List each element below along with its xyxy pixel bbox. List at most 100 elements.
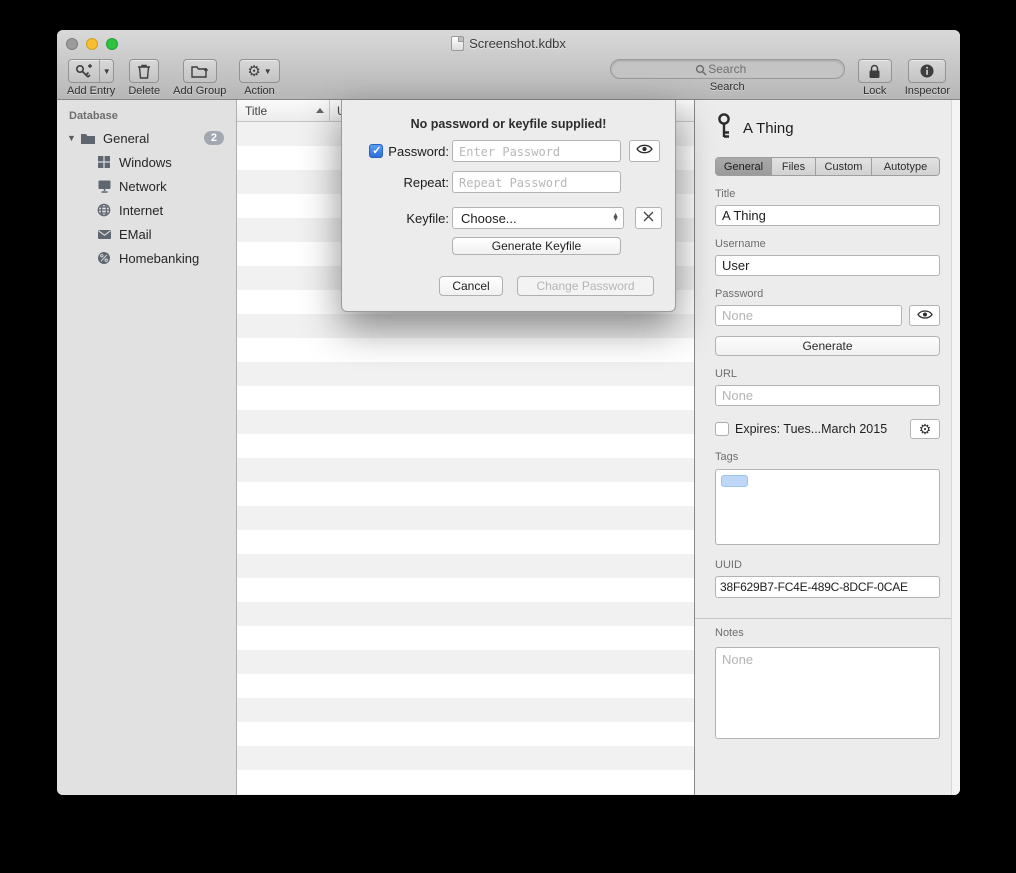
keyfile-popup[interactable]: Choose... ▲▼ [452, 207, 624, 229]
username-field[interactable] [715, 255, 940, 276]
lock-label: Lock [863, 85, 886, 97]
password-input[interactable] [452, 140, 621, 162]
sidebar-item-label: Windows [119, 155, 236, 170]
gear-icon: ⚙ [247, 64, 260, 79]
expires-settings-button[interactable]: ⚙ [910, 419, 940, 439]
change-password-sheet: No password or keyfile supplied! Passwor… [341, 100, 676, 312]
add-entry-group: ▼ Add Entry [67, 59, 115, 97]
sidebar-item-internet[interactable]: Internet [57, 198, 236, 222]
password-field-label: Password [715, 288, 940, 300]
inspector-panel: A Thing General Files Custom Autotype Ti… [695, 100, 960, 795]
add-group-button[interactable] [183, 59, 217, 83]
sidebar-item-general[interactable]: ▼ General 2 [57, 126, 236, 150]
delete-button[interactable] [129, 59, 159, 83]
sidebar-item-label: Internet [119, 203, 236, 218]
sidebar-item-email[interactable]: EMail [57, 222, 236, 246]
inspector-button[interactable] [908, 59, 946, 83]
sidebar-item-windows[interactable]: Windows [57, 150, 236, 174]
close-icon [643, 209, 654, 227]
windows-icon [95, 154, 113, 170]
expires-checkbox[interactable] [715, 422, 729, 436]
sidebar: Database ▼ General 2 Windows [57, 100, 237, 795]
generate-password-button[interactable]: Generate [715, 336, 940, 356]
title-field-label: Title [715, 188, 940, 200]
expires-label: Expires: Tues...March 2015 [735, 422, 904, 436]
folder-icon [79, 130, 97, 146]
app-window: Screenshot.kdbx ▼ Add Entry [57, 30, 960, 795]
lock-button[interactable] [858, 59, 892, 83]
trash-icon [137, 63, 151, 79]
password-checkbox[interactable] [369, 144, 383, 158]
document-icon [451, 36, 464, 51]
notes-field[interactable]: None [715, 647, 940, 739]
key-plus-icon [69, 60, 99, 82]
tab-general[interactable]: General [716, 158, 772, 175]
inspector-scrollbar[interactable] [951, 100, 960, 795]
coin-icon [95, 250, 113, 266]
column-header-title[interactable]: Title [237, 100, 330, 121]
search-label: Search [710, 81, 745, 93]
add-entry-button[interactable]: ▼ [68, 59, 114, 83]
chevron-down-icon: ▼ [264, 67, 272, 76]
eye-icon [636, 142, 653, 160]
url-field-label: URL [715, 368, 940, 380]
chevron-down-icon[interactable]: ▼ [99, 60, 113, 82]
sidebar-item-label: Network [119, 179, 236, 194]
sheet-message: No password or keyfile supplied! [342, 117, 675, 131]
tags-label: Tags [715, 451, 940, 463]
mail-icon [95, 226, 113, 242]
add-entry-label: Add Entry [67, 85, 115, 97]
password-field[interactable] [715, 305, 902, 326]
folder-plus-icon [191, 64, 209, 79]
network-icon [95, 178, 113, 194]
tab-files[interactable]: Files [772, 158, 816, 175]
globe-icon [95, 202, 113, 218]
divider [695, 618, 960, 619]
add-group-group: Add Group [173, 59, 226, 97]
tags-field[interactable] [715, 469, 940, 545]
repeat-label: Repeat: [403, 175, 449, 190]
inspector-header: A Thing [715, 114, 940, 142]
clear-keyfile-button[interactable] [635, 207, 662, 229]
repeat-password-input[interactable] [452, 171, 621, 193]
delete-group: Delete [128, 59, 160, 97]
inspector-tabs: General Files Custom Autotype [715, 157, 940, 176]
title-field[interactable] [715, 205, 940, 226]
delete-label: Delete [128, 85, 160, 97]
titlebar: Screenshot.kdbx [57, 30, 960, 57]
sheet-actions: Cancel Change Password [342, 276, 654, 296]
tab-custom[interactable]: Custom [816, 158, 872, 175]
notes-label: Notes [715, 627, 940, 639]
disclosure-triangle-icon[interactable]: ▼ [67, 133, 79, 143]
sidebar-item-homebanking[interactable]: Homebanking [57, 246, 236, 270]
password-row: Password: [362, 140, 655, 162]
cancel-button[interactable]: Cancel [439, 276, 503, 296]
tag-chip[interactable] [721, 475, 748, 487]
change-password-button: Change Password [517, 276, 654, 296]
uuid-field[interactable] [715, 576, 940, 598]
reveal-password-button[interactable] [909, 305, 940, 326]
inspector-label: Inspector [905, 85, 950, 97]
action-button[interactable]: ⚙ ▼ [239, 59, 279, 83]
lock-group: Lock [858, 59, 892, 97]
expires-row: Expires: Tues...March 2015 ⚙ [715, 419, 940, 439]
sidebar-item-label: EMail [119, 227, 236, 242]
info-icon [919, 63, 935, 79]
lock-icon [868, 64, 881, 79]
tab-autotype[interactable]: Autotype [872, 158, 939, 175]
key-icon [715, 112, 733, 144]
search-group: Search [610, 59, 845, 93]
generate-keyfile-button[interactable]: Generate Keyfile [452, 237, 621, 255]
sidebar-item-label: Homebanking [119, 251, 236, 266]
search-input[interactable] [610, 59, 845, 79]
url-field[interactable] [715, 385, 940, 406]
add-group-label: Add Group [173, 85, 226, 97]
sidebar-item-network[interactable]: Network [57, 174, 236, 198]
keyfile-label: Keyfile: [406, 211, 449, 226]
generate-keyfile-row: Generate Keyfile [452, 237, 655, 255]
sidebar-item-label: General [103, 131, 204, 146]
keyfile-popup-value: Choose... [461, 211, 612, 226]
window-title: Screenshot.kdbx [57, 30, 960, 57]
reveal-password-button[interactable] [629, 140, 660, 162]
search-field [610, 59, 845, 79]
